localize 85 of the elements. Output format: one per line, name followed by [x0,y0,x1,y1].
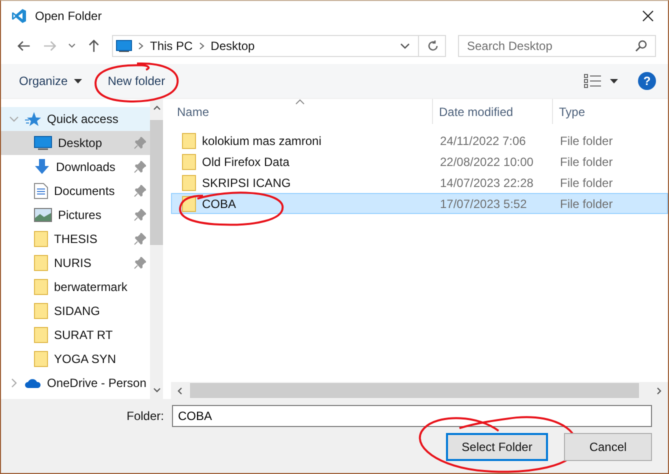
column-header[interactable]: Type [553,99,668,124]
sidebar-item[interactable]: NURIS [1,251,150,275]
sidebar-item[interactable]: Desktop [1,131,150,155]
pin-icon[interactable] [134,209,146,221]
column-header[interactable]: Name [171,99,433,124]
file-name: COBA [202,196,236,210]
type-cell-text: File folder [559,154,614,168]
sidebar-item[interactable]: YOGA SYN [1,347,150,371]
refresh-icon[interactable] [426,40,439,52]
folder-icon [34,303,48,319]
folder-icon [34,351,48,367]
scrollbar-thumb[interactable] [190,383,639,398]
star-icon [25,111,41,127]
chevron-down-icon[interactable] [68,43,76,49]
picture-icon [34,208,52,222]
pin-icon[interactable] [134,233,146,245]
file-row[interactable]: SKRIPSI ICANG 14/07/2023 22:28 File folder [171,172,668,193]
monitor-icon [116,40,132,52]
folder-icon [34,279,48,295]
chevron-right-icon [198,42,205,50]
sidebar-item[interactable]: Documents [1,179,150,203]
monitor-icon [34,136,52,150]
dialog-button[interactable]: Select Folder [446,433,548,461]
search-icon [635,40,647,52]
search-field[interactable]: Search Desktop [458,35,656,57]
pin-icon[interactable] [134,161,146,173]
folder-icon [34,255,48,271]
folder-icon [182,174,196,190]
view-options-icon[interactable] [584,74,602,88]
date-cell-text: 24/11/2022 7:06 [439,134,527,148]
file-row[interactable]: kolokium mas zamroni 24/11/2022 7:06 File folder [171,130,668,151]
sidebar-item[interactable]: THESIS [1,227,150,251]
type-cell-text: File folder [559,196,614,210]
folder-icon [182,132,196,148]
caret-icon[interactable] [610,78,618,84]
type-cell-text: File folder [559,134,614,148]
sidebar-item[interactable]: Quick access [1,107,150,131]
cloud-icon [25,378,41,388]
down-arrow-icon [34,159,50,175]
sidebar-item[interactable]: Downloads [1,155,150,179]
chevron-right-icon [138,42,144,50]
folder-icon [182,154,196,170]
pin-icon[interactable] [134,257,146,269]
back-arrow-icon[interactable] [17,40,31,52]
folder-input[interactable]: COBA [172,405,652,427]
address-bar[interactable]: This PC Desktop [112,35,446,57]
folder-icon [34,231,48,247]
scroll-left-icon[interactable] [177,386,182,394]
date-cell-text: 14/07/2023 22:28 [439,176,534,190]
sort-caret-icon [295,99,305,105]
chevron-icon[interactable] [9,378,19,388]
column-header[interactable]: Date modified [433,99,553,124]
sidebar-item[interactable]: Pictures [1,203,150,227]
window-title: Open Folder [35,9,102,23]
document-icon [34,183,48,199]
file-name: Old Firefox Data [202,154,290,168]
date-cell-text: 17/07/2023 5:52 [439,196,528,210]
folder-label: Folder: [126,409,164,423]
scroll-right-icon[interactable] [657,386,662,394]
sidebar-item[interactable]: SIDANG [1,299,150,323]
type-cell-text: File folder [559,176,614,190]
scroll-up-icon[interactable] [152,105,161,110]
file-name: kolokium mas zamroni [202,134,322,148]
breadcrumb-item[interactable]: Desktop [210,39,255,53]
scrollbar-thumb[interactable] [150,120,164,245]
up-arrow-icon[interactable] [88,39,100,53]
close-icon[interactable] [642,10,654,22]
pin-icon[interactable] [134,185,146,197]
file-row[interactable]: Old Firefox Data 22/08/2022 10:00 File folder [171,151,668,172]
sidebar-item[interactable]: berwatermark [1,275,150,299]
chevron-down-icon[interactable] [400,43,410,49]
scroll-down-icon[interactable] [152,388,161,393]
new-folder-button[interactable]: New folder [102,70,172,92]
file-name: SKRIPSI ICANG [202,176,291,190]
caret-icon [74,78,82,84]
file-row[interactable]: COBA 17/07/2023 5:52 File folder [171,193,668,214]
breadcrumb-item[interactable]: This PC [150,39,193,53]
folder-icon [34,327,48,343]
sidebar-item[interactable]: SURAT RT [1,323,150,347]
sidebar-item[interactable]: OneDrive - Person [1,371,150,395]
organize-button[interactable]: Organize [13,70,88,92]
date-cell-text: 22/08/2022 10:00 [439,154,534,168]
help-button[interactable]: ? [638,72,656,90]
dialog-button[interactable]: Cancel [564,433,652,461]
logo-icon [11,8,27,24]
